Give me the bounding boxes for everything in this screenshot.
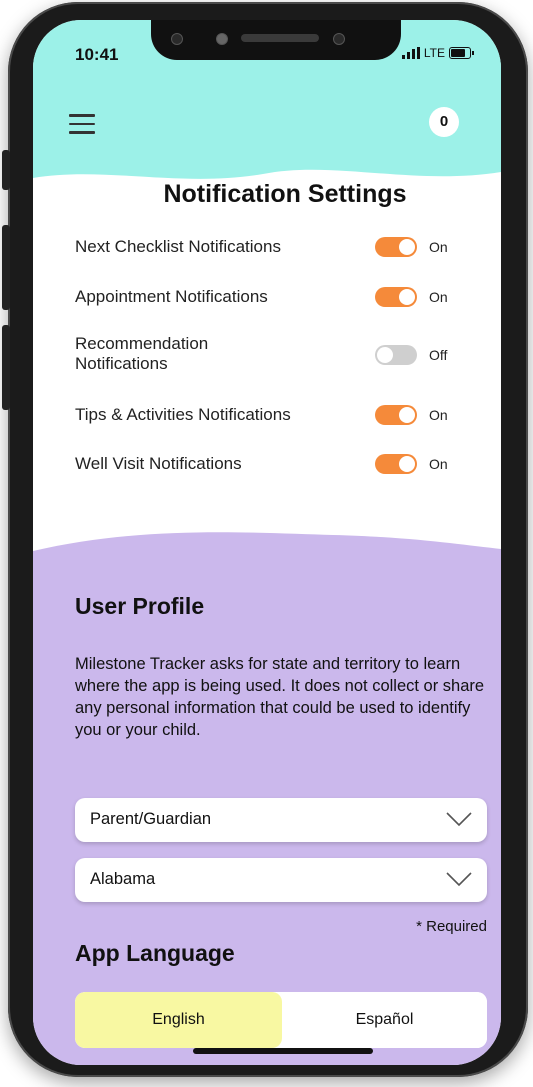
required-note: * Required <box>416 918 487 935</box>
status-bar: 10:41 LTE <box>33 20 501 90</box>
network-label: LTE <box>423 46 445 60</box>
language-option-english[interactable]: English <box>75 992 282 1048</box>
notification-row: Appointment Notifications On <box>75 287 465 311</box>
language-segmented-control: English Español <box>75 992 487 1048</box>
tips-activities-toggle[interactable] <box>375 405 417 425</box>
appointment-toggle[interactable] <box>375 287 417 307</box>
well-visit-toggle[interactable] <box>375 454 417 474</box>
notification-count-badge[interactable]: 0 <box>429 107 459 137</box>
signal-icon <box>401 47 420 59</box>
header-background <box>33 90 501 179</box>
volume-up-button <box>2 225 10 310</box>
notch <box>151 20 401 60</box>
language-option-espanol[interactable]: Español <box>282 992 487 1048</box>
camera-icon <box>333 33 345 45</box>
role-select-value: Parent/Guardian <box>90 810 212 828</box>
status-indicators: LTE <box>401 46 474 60</box>
speaker-grille <box>241 34 319 42</box>
volume-down-button <box>2 325 10 410</box>
toggle-state-label: On <box>429 456 448 472</box>
hamburger-menu-icon[interactable] <box>69 114 95 134</box>
phone-device: 10:41 LTE 0 Notification Settings Next C… <box>0 0 533 1087</box>
state-select[interactable]: Alabama <box>75 858 487 902</box>
recommendation-toggle[interactable] <box>375 345 417 365</box>
notification-label: Recommendation Notifications <box>75 334 209 373</box>
toggle-state-label: On <box>429 239 448 255</box>
sensor-icon <box>171 33 183 45</box>
state-select-value: Alabama <box>90 870 156 888</box>
toggle-state-label: Off <box>429 347 448 363</box>
notification-row: Tips & Activities Notifications On <box>75 405 465 429</box>
silent-switch <box>2 150 10 190</box>
toggle-state-label: On <box>429 407 448 423</box>
notification-label: Appointment Notifications <box>75 287 268 306</box>
notification-settings-title: Notification Settings <box>163 180 407 208</box>
user-profile-title: User Profile <box>75 593 205 619</box>
user-profile-description: Milestone Tracker asks for state and ter… <box>75 655 485 739</box>
toggle-state-label: On <box>429 289 448 305</box>
app-language-title: App Language <box>75 940 235 966</box>
notification-row: Next Checklist Notifications On <box>75 237 465 261</box>
next-checklist-toggle[interactable] <box>375 237 417 257</box>
sensor-icon <box>216 33 228 45</box>
notification-row: Recommendation Notifications Off <box>75 334 465 378</box>
home-indicator[interactable] <box>193 1048 373 1054</box>
role-select[interactable]: Parent/Guardian <box>75 798 487 842</box>
status-time: 10:41 <box>75 45 119 64</box>
chevron-down-icon <box>446 812 472 827</box>
chevron-down-icon <box>446 872 472 887</box>
notification-label: Well Visit Notifications <box>75 454 242 473</box>
app-screen: 10:41 LTE 0 Notification Settings Next C… <box>33 20 501 1065</box>
notification-label: Tips & Activities Notifications <box>75 405 291 424</box>
notification-row: Well Visit Notifications On <box>75 454 465 478</box>
notification-label: Next Checklist Notifications <box>75 237 281 256</box>
app-header: 0 <box>33 90 501 190</box>
battery-icon <box>449 47 474 59</box>
